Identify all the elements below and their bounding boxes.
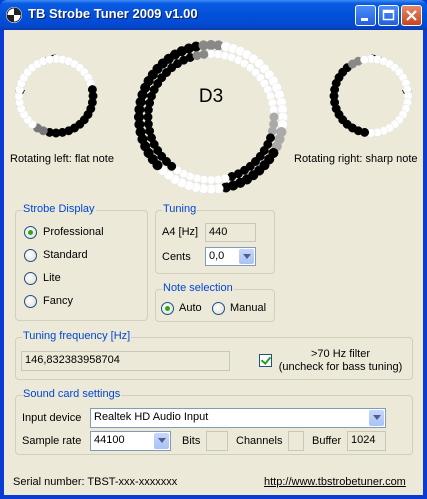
minimize-button[interactable] — [355, 5, 376, 26]
window-title: TB Strobe Tuner 2009 v1.00 — [28, 6, 198, 21]
auto-label[interactable]: Auto — [179, 302, 202, 314]
serial-number: Serial number: TBST-xxx-xxxxxxx — [13, 476, 178, 488]
tuning-frequency-field: 146,832383958704 — [21, 351, 230, 371]
strobe-dot — [360, 55, 370, 65]
maximize-button[interactable] — [378, 5, 399, 26]
fancy-label[interactable]: Fancy — [43, 295, 73, 307]
auto-radio[interactable] — [161, 302, 174, 315]
input-device-value: Realtek HD Audio Input — [94, 411, 209, 423]
manual-radio[interactable] — [212, 302, 225, 315]
fancy-radio[interactable] — [24, 295, 37, 308]
strobe-dot — [199, 49, 209, 59]
main-strobe-wheel — [133, 39, 289, 195]
cents-select[interactable]: 0,0 — [205, 247, 256, 266]
lite-label[interactable]: Lite — [43, 272, 61, 284]
app-window: TB Strobe Tuner 2009 v1.00 D3 Rotating l… — [0, 0, 427, 499]
app-icon — [6, 7, 22, 23]
tuning-frequency-group: Tuning frequency [Hz] 146,832383958704 >… — [15, 330, 413, 380]
a4-label: A4 [Hz] — [162, 226, 199, 238]
strobe-display-group: Strobe Display Professional Standard Lit… — [15, 203, 148, 321]
flat-caption: Rotating left: flat note — [10, 153, 114, 165]
website-link[interactable]: http://www.tbstrobetuner.com — [264, 476, 406, 488]
lite-radio[interactable] — [24, 272, 37, 285]
channels-field — [288, 431, 304, 451]
sharp-caption: Rotating right: sharp note — [294, 153, 418, 165]
professional-label[interactable]: Professional — [43, 226, 104, 238]
sound-card-title: Sound card settings — [22, 388, 122, 400]
note-selection-group: Note selection Auto Manual — [155, 282, 275, 322]
strobe-display-area: D3 — [14, 39, 413, 195]
bits-label: Bits — [182, 435, 201, 447]
bits-field — [206, 431, 228, 451]
detected-note: D3 — [199, 86, 223, 107]
chevron-down-icon[interactable] — [239, 249, 254, 264]
title-bar[interactable]: TB Strobe Tuner 2009 v1.00 — [0, 0, 427, 30]
strobe-display-title: Strobe Display — [22, 203, 96, 215]
strobe-dot — [45, 55, 55, 65]
cents-label: Cents — [162, 251, 191, 263]
hz-filter-line1: >70 Hz filter — [311, 348, 370, 360]
standard-label[interactable]: Standard — [43, 249, 88, 261]
chevron-down-icon[interactable] — [369, 410, 384, 426]
buffer-field: 1024 — [347, 431, 386, 451]
note-selection-title: Note selection — [162, 282, 234, 294]
tuning-title: Tuning — [162, 203, 198, 215]
professional-radio[interactable] — [24, 226, 37, 239]
hz-filter-label[interactable]: >70 Hz filter (uncheck for bass tuning) — [278, 348, 403, 374]
tuning-frequency-title: Tuning frequency [Hz] — [22, 330, 132, 342]
cents-value: 0,0 — [209, 250, 225, 262]
manual-label[interactable]: Manual — [230, 302, 266, 314]
sample-rate-value: 44100 — [94, 434, 125, 446]
sound-card-group: Sound card settings Input device Realtek… — [15, 388, 413, 455]
buffer-label: Buffer — [312, 435, 342, 447]
channels-label: Channels — [236, 435, 283, 447]
strobe-dot — [198, 40, 209, 51]
chevron-down-icon[interactable] — [154, 433, 169, 449]
close-button[interactable] — [401, 5, 422, 26]
flat-strobe-wheel — [14, 54, 98, 138]
tuning-group: Tuning A4 [Hz] 440 Cents 0,0 — [155, 203, 275, 274]
hz-filter-line2: (uncheck for bass tuning) — [278, 361, 403, 373]
input-device-label: Input device — [22, 412, 82, 424]
input-device-select[interactable]: Realtek HD Audio Input — [90, 408, 386, 428]
hz-filter-checkbox[interactable] — [259, 354, 272, 367]
sharp-strobe-wheel — [329, 54, 413, 138]
sample-rate-select[interactable]: 44100 — [90, 431, 171, 451]
standard-radio[interactable] — [24, 249, 37, 262]
client-area: D3 Rotating left: flat note Rotating rig… — [4, 30, 423, 495]
a4-frequency-field[interactable]: 440 — [205, 223, 256, 242]
sample-rate-label: Sample rate — [22, 435, 82, 447]
